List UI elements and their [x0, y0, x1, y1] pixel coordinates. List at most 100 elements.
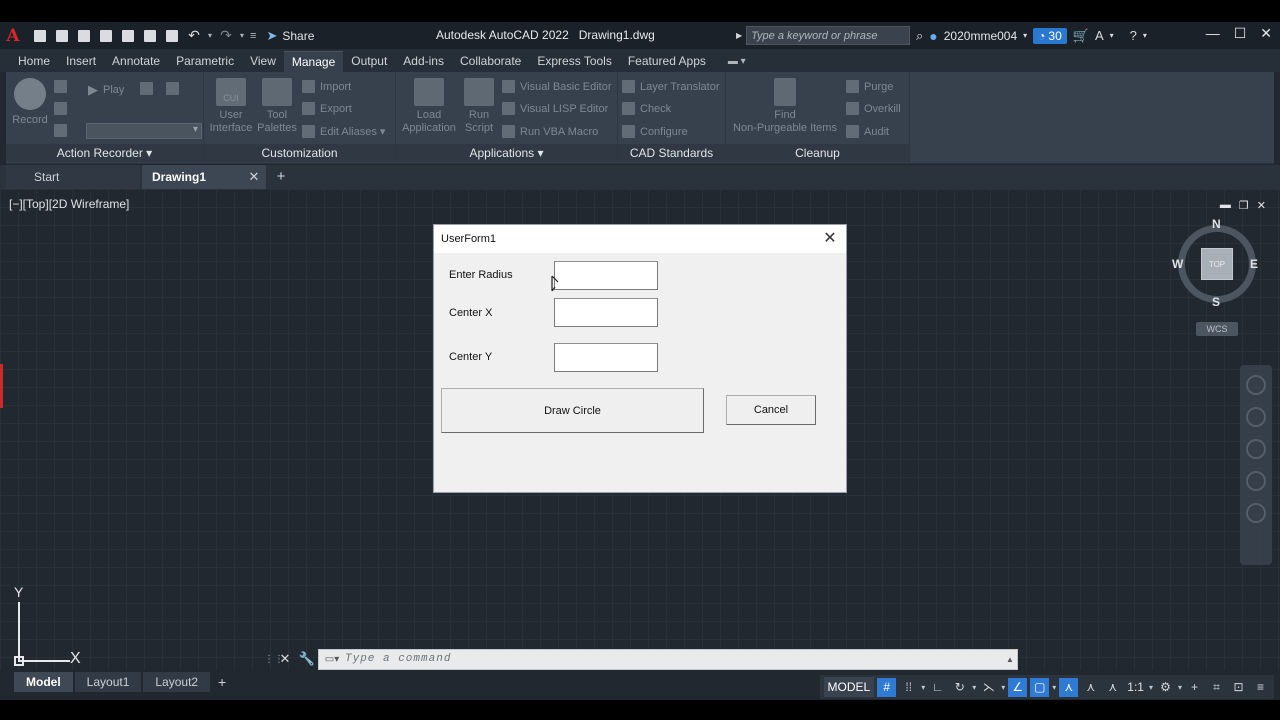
run-script-button[interactable]: Run Script — [458, 78, 500, 135]
print-icon[interactable] — [162, 26, 182, 46]
ribbon-display-options-icon[interactable]: ▬ ▾ — [728, 51, 746, 72]
tab-annotate[interactable]: Annotate — [104, 51, 168, 72]
auto-scale-icon[interactable]: ⋏ — [1081, 678, 1100, 697]
manage-macros-icon[interactable] — [166, 82, 179, 95]
trial-days-badge[interactable]: ◔ 30 — [1033, 27, 1067, 44]
redo-dropdown-icon[interactable]: ▾ — [240, 31, 244, 40]
drag-handle-icon[interactable]: ⋮⋮ — [264, 654, 284, 665]
compass-west[interactable]: W — [1172, 257, 1183, 271]
pan-icon[interactable] — [1246, 407, 1266, 427]
tab-manage[interactable]: Manage — [283, 51, 344, 72]
viewport-controls-label[interactable]: [−][Top][2D Wireframe] — [9, 197, 129, 211]
add-layout-plus-icon[interactable]: + — [212, 672, 232, 692]
request-input-icon[interactable] — [54, 124, 67, 137]
center-y-input[interactable] — [554, 343, 658, 372]
record-button[interactable]: Record — [10, 78, 50, 127]
purge-button[interactable]: Purge — [846, 80, 893, 93]
undo-icon[interactable]: ↶ — [184, 26, 204, 46]
compass-east[interactable]: E — [1250, 257, 1258, 271]
messages-icon[interactable] — [54, 80, 67, 93]
close-icon[interactable]: ✕ — [242, 165, 266, 189]
showmotion-icon[interactable] — [1246, 503, 1266, 523]
chevron-down-icon[interactable]: ▾ — [1023, 31, 1027, 40]
save-icon[interactable] — [74, 26, 94, 46]
chevron-down-icon[interactable]: ▾ — [1143, 31, 1147, 40]
customization-menu-icon[interactable]: ≡ — [1251, 678, 1270, 697]
configure-button[interactable]: Configure — [622, 125, 688, 138]
visual-lisp-editor-button[interactable]: Visual LISP Editor — [502, 102, 608, 115]
share-button[interactable]: ➤ Share — [266, 28, 314, 44]
file-tab-drawing1[interactable]: Drawing1 ✕ — [142, 165, 266, 189]
search-icon[interactable]: ⌕ — [916, 28, 923, 44]
tab-output[interactable]: Output — [343, 51, 395, 72]
user-name[interactable]: 2020mme004 — [944, 29, 1017, 43]
panel-title-action-recorder[interactable]: Action Recorder ▾ — [6, 144, 203, 162]
cancel-button[interactable]: Cancel — [726, 395, 816, 425]
layout-tab-model[interactable]: Model — [14, 672, 73, 692]
user-interface-button[interactable]: CUI User Interface — [208, 78, 254, 135]
dialog-title-bar[interactable]: UserForm1 ✕ — [434, 225, 846, 253]
annotation-scale-value[interactable]: 1:1 — [1125, 680, 1146, 694]
viewcube[interactable]: TOP N S E W — [1172, 217, 1262, 309]
tool-palettes-button[interactable]: Tool Palettes — [254, 78, 300, 135]
viewport-restore-icon[interactable]: ❐ — [1239, 199, 1249, 212]
user-icon[interactable]: ● — [929, 28, 937, 44]
annotation-visibility-icon[interactable]: ⋏ — [1059, 677, 1079, 697]
save-web-icon[interactable] — [140, 26, 160, 46]
chevron-down-icon[interactable]: ▾ — [1149, 683, 1153, 692]
import-button[interactable]: Import — [302, 80, 351, 93]
export-button[interactable]: Export — [302, 102, 352, 115]
tab-home[interactable]: Home — [10, 51, 58, 72]
chevron-down-icon[interactable]: ▾ — [921, 683, 925, 692]
isolate-objects-icon[interactable]: ⌗ — [1207, 678, 1226, 697]
viewcube-top-face[interactable]: TOP — [1201, 248, 1233, 280]
help-icon[interactable]: ? — [1130, 28, 1137, 43]
panel-title-applications[interactable]: Applications ▾ — [396, 144, 617, 162]
grid-icon[interactable]: # — [877, 677, 897, 697]
insert-message-icon[interactable] — [54, 102, 67, 115]
object-snap-icon[interactable]: ▢ — [1030, 677, 1050, 697]
isodraft-icon[interactable]: ⋋ — [979, 678, 998, 697]
tab-parametric[interactable]: Parametric — [168, 51, 242, 72]
preference-icon[interactable] — [140, 82, 153, 95]
snap-icon[interactable]: ⁞⁞ — [899, 678, 918, 697]
new-tab-plus-icon[interactable]: + — [268, 165, 294, 189]
layout-tab-layout1[interactable]: Layout1 — [74, 672, 142, 692]
macro-select[interactable] — [86, 123, 202, 139]
orbit-icon[interactable] — [1246, 471, 1266, 491]
chevron-right-icon[interactable]: ▶ — [736, 31, 742, 40]
find-non-purgeable-button[interactable]: Find Non-Purgeable Items — [730, 78, 840, 135]
play-button[interactable]: ▶ Play — [88, 82, 124, 98]
viewport-minimize-icon[interactable]: ▬ — [1220, 199, 1231, 212]
redo-icon[interactable]: ↷ — [216, 26, 236, 46]
viewport-close-icon[interactable]: ✕ — [1257, 199, 1266, 212]
undo-dropdown-icon[interactable]: ▾ — [208, 31, 212, 40]
tab-insert[interactable]: Insert — [58, 51, 104, 72]
compass-south[interactable]: S — [1212, 295, 1220, 309]
autodesk-app-icon[interactable]: A — [1095, 28, 1104, 43]
polar-icon[interactable]: ↻ — [950, 678, 969, 697]
visual-basic-editor-button[interactable]: Visual Basic Editor — [502, 80, 612, 93]
save-as-icon[interactable] — [96, 26, 116, 46]
chevron-down-icon[interactable]: ▾ — [1001, 683, 1005, 692]
chevron-down-icon[interactable]: ▾ — [1178, 683, 1182, 692]
open-folder-icon[interactable] — [52, 26, 72, 46]
run-vba-macro-button[interactable]: Run VBA Macro — [502, 125, 598, 138]
chevron-down-icon[interactable]: ▾ — [1052, 683, 1056, 692]
layout-tab-layout2[interactable]: Layout2 — [143, 672, 211, 692]
minimize-icon[interactable]: — — [1206, 25, 1220, 42]
audit-button[interactable]: Audit — [846, 125, 889, 138]
draw-circle-button[interactable]: Draw Circle — [441, 388, 704, 433]
object-snap-tracking-icon[interactable]: ∠ — [1008, 677, 1028, 697]
overkill-button[interactable]: Overkill — [846, 102, 901, 115]
new-file-icon[interactable] — [30, 26, 50, 46]
tab-add-ins[interactable]: Add-ins — [395, 51, 452, 72]
search-input[interactable] — [746, 26, 911, 45]
file-tab-start[interactable]: Start — [6, 165, 140, 189]
plus-icon[interactable]: + — [1185, 678, 1204, 697]
steering-wheel-icon[interactable] — [1246, 375, 1266, 395]
command-input[interactable] — [345, 649, 1003, 669]
model-space-toggle[interactable]: MODEL — [823, 677, 875, 697]
dialog-close-icon[interactable]: ✕ — [820, 229, 840, 249]
clean-screen-icon[interactable]: ⊡ — [1229, 678, 1248, 697]
